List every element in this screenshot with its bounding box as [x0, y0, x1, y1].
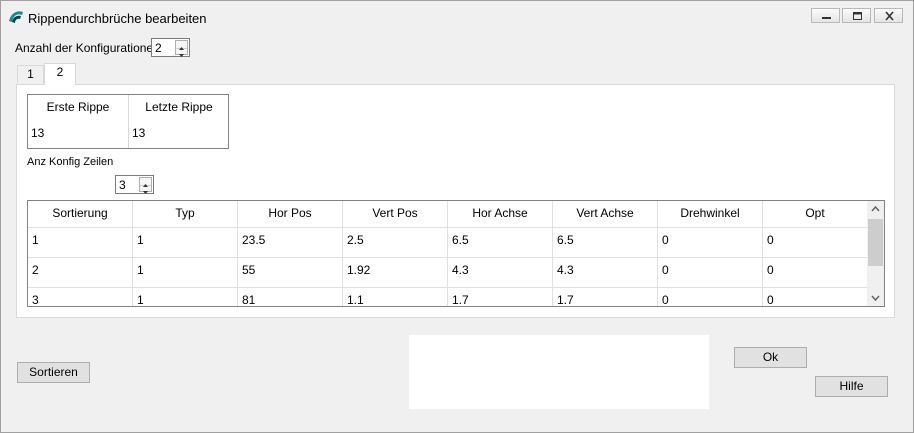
grid-cell[interactable]: 23.5: [238, 228, 343, 258]
grid-cell[interactable]: 2.5: [343, 228, 448, 258]
grid-cell[interactable]: 1: [28, 228, 133, 258]
grid-header-drehwinkel[interactable]: Drehwinkel: [658, 201, 763, 227]
config-count-label: Anzahl der Konfigurationen: [15, 41, 160, 55]
last-rib-column[interactable]: Letzte Rippe 13: [128, 95, 229, 148]
grid-header-row: Sortierung Typ Hor Pos Vert Pos Hor Achs…: [28, 201, 868, 227]
scroll-thumb[interactable]: [868, 219, 883, 266]
minimize-button[interactable]: [811, 8, 840, 23]
grid-header-hor-pos[interactable]: Hor Pos: [238, 201, 343, 227]
grid-cell[interactable]: 3: [28, 288, 133, 306]
grid-cell[interactable]: 1.1: [343, 288, 448, 306]
app-logo-icon: [9, 11, 23, 23]
config-count-value[interactable]: 2: [155, 41, 162, 55]
window-title: Rippendurchbrüche bearbeiten: [28, 11, 207, 26]
grid-cell[interactable]: 4.3: [553, 258, 658, 288]
row-count-arrows[interactable]: [139, 177, 152, 194]
grid-scrollbar[interactable]: [867, 201, 884, 306]
grid-cell[interactable]: 0: [658, 258, 763, 288]
grid-cell[interactable]: 1: [133, 288, 238, 306]
sort-button[interactable]: Sortieren: [17, 362, 90, 383]
cutout-grid: Sortierung Typ Hor Pos Vert Pos Hor Achs…: [27, 200, 885, 307]
grid-cell[interactable]: 2: [28, 258, 133, 288]
row-count-value[interactable]: 3: [119, 178, 126, 192]
rib-range-table: Erste Rippe 13 Letzte Rippe 13: [27, 94, 229, 149]
grid-cell[interactable]: 6.5: [553, 228, 658, 258]
grid-cell[interactable]: 1.7: [448, 288, 553, 306]
grid-header-opt[interactable]: Opt: [763, 201, 868, 227]
grid-cell[interactable]: 1.7: [553, 288, 658, 306]
grid-header-vert-pos[interactable]: Vert Pos: [343, 201, 448, 227]
maximize-button[interactable]: [842, 8, 871, 23]
grid-cell[interactable]: 1: [133, 258, 238, 288]
grid-cell[interactable]: 0: [763, 228, 868, 258]
row-count-spinner[interactable]: 3: [115, 175, 154, 194]
first-rib-column[interactable]: Erste Rippe 13: [28, 95, 128, 148]
scroll-down-icon[interactable]: [867, 290, 884, 306]
close-button[interactable]: [874, 8, 903, 23]
table-row[interactable]: 2 1 55 1.92 4.3 4.3 0 0: [28, 257, 868, 288]
grid-header-hor-achse[interactable]: Hor Achse: [448, 201, 553, 227]
grid-cell[interactable]: 0: [658, 228, 763, 258]
grid-cell[interactable]: 1.92: [343, 258, 448, 288]
dialog-window: Rippendurchbrüche bearbeiten Anzahl der …: [0, 0, 914, 433]
grid-cell[interactable]: 6.5: [448, 228, 553, 258]
close-icon: [885, 11, 894, 21]
grid-cell[interactable]: 81: [238, 288, 343, 306]
grid-cell[interactable]: 4.3: [448, 258, 553, 288]
grid-cell[interactable]: 55: [238, 258, 343, 288]
tab-config-2[interactable]: 2: [44, 63, 76, 85]
tab-config-1[interactable]: 1: [17, 65, 44, 84]
scroll-up-icon[interactable]: [867, 201, 884, 217]
grid-header-sortierung[interactable]: Sortierung: [28, 201, 133, 227]
grid-header-typ[interactable]: Typ: [133, 201, 238, 227]
config-count-spinner[interactable]: 2: [151, 38, 190, 57]
grid-cell[interactable]: 0: [763, 288, 868, 306]
grid-cell[interactable]: 0: [658, 288, 763, 306]
config-count-arrows[interactable]: [175, 40, 188, 57]
last-rib-header: Letzte Rippe: [145, 100, 213, 114]
preview-area: [409, 335, 709, 409]
spin-down-icon[interactable]: [176, 48, 187, 57]
last-rib-value[interactable]: 13: [132, 126, 145, 140]
ok-button[interactable]: Ok: [734, 347, 807, 368]
spin-down-icon[interactable]: [140, 185, 151, 194]
help-button[interactable]: Hilfe: [815, 376, 888, 397]
grid-cell[interactable]: 0: [763, 258, 868, 288]
minimize-icon: [822, 17, 831, 19]
table-row[interactable]: 3 1 81 1.1 1.7 1.7 0 0: [28, 287, 868, 306]
maximize-icon: [853, 12, 862, 20]
grid-cell[interactable]: 1: [133, 228, 238, 258]
first-rib-header: Erste Rippe: [46, 100, 110, 114]
title-bar: Rippendurchbrüche bearbeiten: [1, 1, 913, 31]
table-row[interactable]: 1 1 23.5 2.5 6.5 6.5 0 0: [28, 227, 868, 258]
grid-header-vert-achse[interactable]: Vert Achse: [553, 201, 658, 227]
row-count-label: Anz Konfig Zeilen: [27, 156, 114, 168]
first-rib-value[interactable]: 13: [31, 126, 44, 140]
